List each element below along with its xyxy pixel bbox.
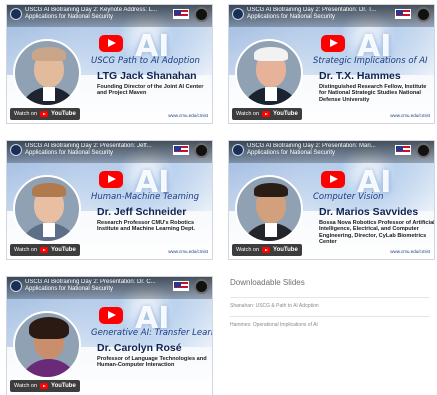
speaker-collar xyxy=(43,87,55,101)
play-button-icon[interactable] xyxy=(99,35,123,52)
youtube-logo-icon xyxy=(262,111,271,117)
seal-icon xyxy=(416,7,431,22)
talk-title: Generative AI: Transfer Learning xyxy=(91,328,212,338)
flag-icon xyxy=(173,9,189,19)
play-button-icon[interactable] xyxy=(321,35,345,52)
speaker-name: Dr. T.X. Hammes xyxy=(319,70,401,82)
site-url: www.cmu.edu/cmist xyxy=(168,113,208,118)
watch-on-label: Watch on xyxy=(14,111,38,117)
speaker-hair xyxy=(32,183,66,197)
site-url: www.cmu.edu/cmist xyxy=(390,113,430,118)
watch-on-youtube-button[interactable]: Watch on YouTube xyxy=(10,108,80,120)
speaker-name: Dr. Jeff Schneider xyxy=(97,206,187,218)
flag-icon xyxy=(395,9,411,19)
speaker-name: Dr. Marios Savvides xyxy=(319,206,419,218)
speaker-role: Founding Director of the Joint AI Center… xyxy=(97,84,204,97)
speaker-portrait xyxy=(235,175,303,243)
youtube-label: YouTube xyxy=(51,383,76,389)
talk-title: Strategic Implications of AI xyxy=(313,56,428,66)
talk-title: USCG Path to AI Adoption xyxy=(91,56,200,66)
speaker-collar xyxy=(265,87,277,101)
speaker-suit xyxy=(19,359,79,377)
site-url: www.cmu.edu/cmist xyxy=(390,249,430,254)
channel-logo-icon[interactable] xyxy=(232,8,244,20)
speaker-portrait xyxy=(13,311,81,379)
speaker-hair xyxy=(32,47,66,61)
seal-icon xyxy=(194,143,209,158)
watch-on-youtube-button[interactable]: Watch on YouTube xyxy=(10,244,80,256)
play-button-icon[interactable] xyxy=(99,307,123,324)
youtube-label: YouTube xyxy=(273,247,298,253)
talk-title: Computer Vision xyxy=(313,192,384,202)
flag-icon xyxy=(173,281,189,291)
speaker-collar xyxy=(43,223,55,237)
watch-on-youtube-button[interactable]: Watch on YouTube xyxy=(232,108,302,120)
flag-icon xyxy=(395,145,411,155)
video-title-bar[interactable]: USCG AI Biotraining Day 2: Keynote Addre… xyxy=(7,5,212,27)
flag-icon xyxy=(173,145,189,155)
watch-on-label: Watch on xyxy=(14,247,38,253)
youtube-label: YouTube xyxy=(273,111,298,117)
video-card-rose[interactable]: AI USCG AI Biotraining Day 2: Presentati… xyxy=(6,276,213,395)
channel-logo-icon[interactable] xyxy=(10,144,22,156)
speaker-portrait xyxy=(13,39,81,107)
seal-icon xyxy=(416,143,431,158)
channel-logo-icon[interactable] xyxy=(10,8,22,20)
video-title-bar[interactable]: USCG AI Biotraining Day 2: Presentation:… xyxy=(229,141,434,163)
video-title[interactable]: USCG AI Biotraining Day 2: Presentation:… xyxy=(25,143,175,159)
video-title-bar[interactable]: USCG AI Biotraining Day 2: Presentation:… xyxy=(7,277,212,299)
speaker-portrait xyxy=(13,175,81,243)
play-button-icon[interactable] xyxy=(99,171,123,188)
video-card-savvides[interactable]: AI USCG AI Biotraining Day 2: Presentati… xyxy=(228,140,435,260)
video-title[interactable]: USCG AI Biotraining Day 2: Keynote Addre… xyxy=(25,7,175,23)
video-card-schneider[interactable]: AI USCG AI Biotraining Day 2: Presentati… xyxy=(6,140,213,260)
watch-on-youtube-button[interactable]: Watch on YouTube xyxy=(232,244,302,256)
speaker-role: Professor of Language Technologies and H… xyxy=(97,356,207,369)
speaker-hair xyxy=(254,47,288,61)
video-title-bar[interactable]: USCG AI Biotraining Day 2: Presentation:… xyxy=(7,141,212,163)
speaker-role: Bossa Nova Robotics Professor of Artific… xyxy=(319,220,435,246)
youtube-logo-icon xyxy=(40,383,49,389)
speaker-role: Distinguished Research Fellow, Institute… xyxy=(319,84,427,103)
seal-icon xyxy=(194,7,209,22)
youtube-label: YouTube xyxy=(51,111,76,117)
video-title-bar[interactable]: USCG AI Biotraining Day 2: Presentation:… xyxy=(229,5,434,27)
video-title[interactable]: USCG AI Biotraining Day 2: Presentation:… xyxy=(25,279,175,295)
youtube-logo-icon xyxy=(40,111,49,117)
speaker-hair xyxy=(254,183,288,197)
site-url: www.cmu.edu/cmist xyxy=(168,249,208,254)
speaker-portrait xyxy=(235,39,303,107)
watch-on-label: Watch on xyxy=(236,111,260,117)
speaker-name: LTG Jack Shanahan xyxy=(97,70,197,82)
video-title[interactable]: USCG AI Biotraining Day 2: Presentation:… xyxy=(247,7,397,23)
channel-logo-icon[interactable] xyxy=(232,144,244,156)
speaker-role: Research Professor CMU's Robotics Instit… xyxy=(97,220,195,233)
youtube-label: YouTube xyxy=(51,247,76,253)
video-title[interactable]: USCG AI Biotraining Day 2: Presentation:… xyxy=(247,143,397,159)
watch-on-label: Watch on xyxy=(14,383,38,389)
downloadable-slides-section: Downloadable Slides Shanahan: USCG & Pat… xyxy=(230,278,430,335)
youtube-logo-icon xyxy=(40,247,49,253)
play-button-icon[interactable] xyxy=(321,171,345,188)
talk-title: Human-Machine Teaming xyxy=(91,192,200,202)
video-card-shanahan[interactable]: AI USCG AI Biotraining Day 2: Keynote Ad… xyxy=(6,4,213,124)
youtube-logo-icon xyxy=(262,247,271,253)
watch-on-label: Watch on xyxy=(236,247,260,253)
speaker-collar xyxy=(265,223,277,237)
speaker-name: Dr. Carolyn Rosé xyxy=(97,342,182,354)
download-link-hammes[interactable]: Hammes: Operational Implications of AI xyxy=(230,316,430,335)
channel-logo-icon[interactable] xyxy=(10,280,22,292)
download-link-shanahan[interactable]: Shanahan: USCG & Path to AI Adoption xyxy=(230,297,430,316)
speaker-hair xyxy=(29,317,69,339)
video-card-hammes[interactable]: AI USCG AI Biotraining Day 2: Presentati… xyxy=(228,4,435,124)
section-heading: Downloadable Slides xyxy=(230,278,305,287)
seal-icon xyxy=(194,279,209,294)
watch-on-youtube-button[interactable]: Watch on YouTube xyxy=(10,380,80,392)
